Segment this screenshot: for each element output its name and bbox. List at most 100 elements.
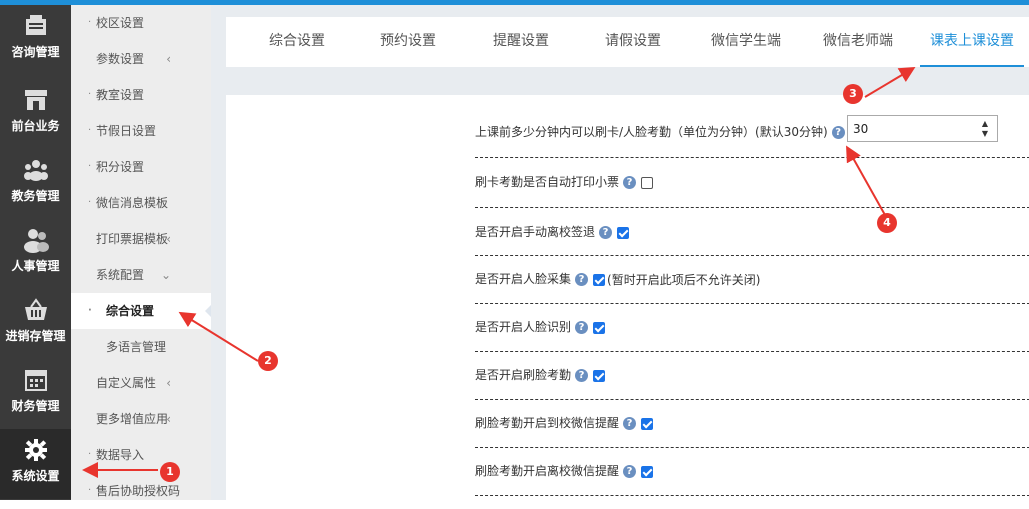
submenu-language[interactable]: 多语言管理 <box>71 329 211 365</box>
nav-label: 教务管理 <box>11 189 60 203</box>
help-icon[interactable]: ? <box>575 273 589 286</box>
submenu-label: 参数设置 <box>96 52 145 66</box>
tab-booking[interactable]: 预约设置 <box>362 17 454 67</box>
tab-class-schedule[interactable]: 课表上课设置 <box>920 17 1024 67</box>
annotation-badge-3: 3 <box>843 84 863 104</box>
setting-row-arrival-reminder: 刷脸考勤开启到校微信提醒? <box>475 400 1029 448</box>
nav-consult[interactable]: 咨询管理 <box>0 5 71 75</box>
help-icon[interactable]: ? <box>623 176 637 189</box>
tab-leave[interactable]: 请假设置 <box>587 17 679 67</box>
nav-label: 财务管理 <box>11 399 60 413</box>
submenu-label: 教室设置 <box>96 88 145 102</box>
submenu-auth-code[interactable]: · 售后协助授权码 <box>71 473 211 509</box>
submenu-print-template[interactable]: 打印票据模板 ‹ <box>71 221 211 257</box>
nav-label: 系统设置 <box>11 469 60 483</box>
submenu-label: 节假日设置 <box>96 124 157 138</box>
face-recognition-checkbox[interactable] <box>593 321 606 334</box>
setting-row-print-receipt: 刷卡考勤是否自动打印小票? <box>475 158 1029 208</box>
setting-row-face-attendance: 是否开启刷脸考勤? <box>475 352 1029 400</box>
stepper-down-icon[interactable]: ▼ <box>977 129 993 139</box>
submenu-campus[interactable]: · 校区设置 <box>71 5 211 41</box>
submenu-points[interactable]: · 积分设置 <box>71 149 211 185</box>
chevron-left-icon: ‹ <box>166 52 171 66</box>
nav-label: 人事管理 <box>11 259 60 273</box>
setting-label: 上课前多少分钟内可以刷卡/人脸考勤（单位为分钟）(默认30分钟) <box>475 125 828 139</box>
chevron-down-icon: ⌄ <box>160 268 171 282</box>
submenu-label: 积分设置 <box>96 160 145 174</box>
nav-finance[interactable]: 财务管理 <box>0 359 71 429</box>
nav-front-desk[interactable]: 前台业务 <box>0 79 71 149</box>
setting-label: 是否开启人脸采集 <box>475 272 572 286</box>
checkin-minutes-stepper[interactable]: ▲▼ <box>847 115 998 142</box>
nav-label: 咨询管理 <box>11 45 60 59</box>
stepper-up-icon[interactable]: ▲ <box>977 119 993 129</box>
submenu-holiday[interactable]: · 节假日设置 <box>71 113 211 149</box>
submenu-system-config[interactable]: 系统配置 ⌄ <box>71 257 211 293</box>
main-content: 综合设置 预约设置 提醒设置 请假设置 微信学生端 微信老师端 课表上课设置 上… <box>211 5 1029 500</box>
nav-system-settings[interactable]: 系统设置 <box>0 429 71 499</box>
submenu-params[interactable]: 参数设置 ‹ <box>71 41 211 77</box>
consult-icon <box>25 15 46 35</box>
submenu-label: 数据导入 <box>96 448 145 462</box>
help-icon[interactable]: ? <box>831 126 845 139</box>
nav-label: 前台业务 <box>11 119 60 133</box>
help-icon[interactable]: ? <box>575 369 589 382</box>
chevron-left-icon: ‹ <box>166 412 171 426</box>
setting-label: 是否开启刷脸考勤 <box>475 368 572 382</box>
setting-label: 刷卡考勤是否自动打印小票 <box>475 175 620 189</box>
nav-hr[interactable]: 人事管理 <box>0 219 71 289</box>
submenu-label: 系统配置 <box>96 268 145 282</box>
nav-inventory[interactable]: 进销存管理 <box>0 289 71 359</box>
annotation-badge-4: 4 <box>877 213 897 233</box>
setting-label: 刷脸考勤开启离校微信提醒 <box>475 464 620 478</box>
submenu-label: 售后协助授权码 <box>96 484 181 498</box>
basket-icon <box>24 298 47 320</box>
face-capture-checkbox[interactable] <box>593 273 606 286</box>
people-icon <box>23 229 49 253</box>
tab-reminder[interactable]: 提醒设置 <box>475 17 567 67</box>
submenu-label: 微信消息模板 <box>96 196 169 210</box>
submenu-label: 校区设置 <box>96 16 145 30</box>
stepper-arrows[interactable]: ▲ ▼ <box>977 119 993 139</box>
submenu-label: 综合设置 <box>106 304 155 318</box>
annotation-badge-1: 1 <box>160 462 180 482</box>
tab-wechat-student[interactable]: 微信学生端 <box>700 17 792 67</box>
print-receipt-checkbox[interactable] <box>641 176 654 189</box>
group-icon <box>23 160 48 181</box>
setting-label: 是否开启人脸识别 <box>475 320 572 334</box>
face-attendance-checkbox[interactable] <box>593 369 606 382</box>
setting-row-face-recognition: 是否开启人脸识别? <box>475 304 1029 352</box>
nav-label: 进销存管理 <box>5 329 66 343</box>
settings-submenu: · 校区设置 参数设置 ‹ · 教室设置 · 节假日设置 · 积分设置 · 微信消息模板 打… <box>71 5 211 500</box>
submenu-label: 更多增值应用 <box>96 412 169 426</box>
calendar-icon <box>24 370 47 391</box>
submenu-classroom[interactable]: · 教室设置 <box>71 77 211 113</box>
submenu-more-apps[interactable]: 更多增值应用 ‹ <box>71 401 211 437</box>
nav-academic[interactable]: 教务管理 <box>0 149 71 219</box>
settings-tabs: 综合设置 预约设置 提醒设置 请假设置 微信学生端 微信老师端 课表上课设置 <box>226 17 1029 67</box>
help-icon[interactable]: ? <box>599 226 613 239</box>
submenu-wechat-template[interactable]: · 微信消息模板 <box>71 185 211 221</box>
tab-wechat-teacher[interactable]: 微信老师端 <box>812 17 904 67</box>
checkin-minutes-input[interactable] <box>848 116 966 141</box>
help-icon[interactable]: ? <box>575 321 589 334</box>
setting-row-departure-reminder: 刷脸考勤开启离校微信提醒? <box>475 448 1029 496</box>
help-icon[interactable]: ? <box>623 417 637 430</box>
face-capture-note: (暂时开启此项后不允许关闭) <box>607 273 761 287</box>
submenu-label: 打印票据模板 <box>96 232 169 246</box>
help-icon[interactable]: ? <box>623 465 637 478</box>
setting-row-face-capture: 是否开启人脸采集? (暂时开启此项后不允许关闭) <box>475 256 1029 304</box>
annotation-badge-2: 2 <box>258 351 278 371</box>
tab-general[interactable]: 综合设置 <box>251 17 343 67</box>
manual-checkout-checkbox[interactable] <box>617 226 630 239</box>
gear-icon <box>24 439 47 461</box>
chevron-left-icon: ‹ <box>166 232 171 246</box>
setting-label: 刷脸考勤开启到校微信提醒 <box>475 416 620 430</box>
submenu-custom-attr[interactable]: 自定义属性 ‹ <box>71 365 211 401</box>
departure-reminder-checkbox[interactable] <box>641 465 654 478</box>
setting-row-manual-checkout: 是否开启手动离校签退? <box>475 208 1029 256</box>
arrival-reminder-checkbox[interactable] <box>641 417 654 430</box>
store-icon <box>24 90 47 110</box>
submenu-general-settings[interactable]: · 综合设置 <box>71 293 211 329</box>
submenu-data-import[interactable]: · 数据导入 <box>71 437 211 473</box>
